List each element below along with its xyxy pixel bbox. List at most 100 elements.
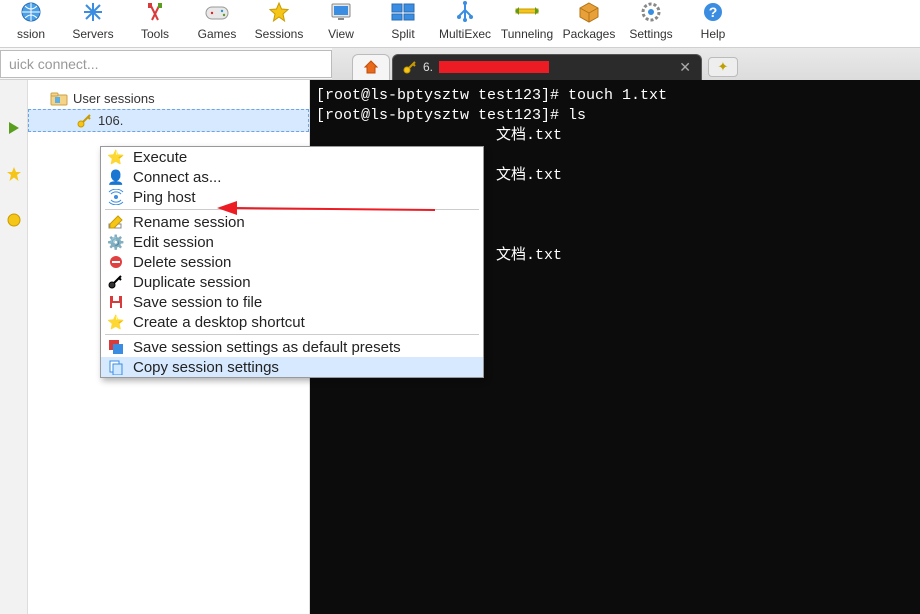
toolbar-view[interactable]: View [310,0,372,41]
svg-text:?: ? [709,4,718,20]
terminal-cmd: touch 1.txt [559,87,667,104]
toolbar-label: Servers [72,27,113,41]
menu-label: Save session to file [133,294,262,311]
gear-icon: ⚙️ [107,233,125,251]
tree-root-label: User sessions [73,91,155,106]
folder-icon [50,92,68,106]
arrow-icon[interactable] [7,120,21,136]
tab-home[interactable] [352,54,390,80]
terminal-line: [root@ls-bptysztw test123]# [316,87,559,104]
menu-create-shortcut[interactable]: ⭐ Create a desktop shortcut [101,312,483,332]
tunneling-icon [515,0,539,24]
multiexec-icon [454,0,476,24]
star-icon [268,0,290,24]
menu-connect-as[interactable]: 👤 Connect as... [101,167,483,187]
redacted-host [439,61,549,73]
tree-session-item[interactable]: 106. [28,109,309,132]
toolbar-settings[interactable]: Settings [620,0,682,41]
menu-label: Copy session settings [133,359,279,376]
toolbar-split[interactable]: Split [372,0,434,41]
settings-icon [640,0,662,24]
side-strip [0,80,28,614]
menu-label: Connect as... [133,169,221,186]
terminal-cmd: ls [559,107,586,124]
menu-delete-session[interactable]: Delete session [101,252,483,272]
tree-session-label: 106. [98,113,123,128]
menu-copy-session-settings[interactable]: Copy session settings [101,357,483,377]
help-icon: ? [702,0,724,24]
menu-save-default-presets[interactable]: Save session settings as default presets [101,337,483,357]
home-icon [363,59,379,75]
menu-label: Duplicate session [133,274,251,291]
toolbar-help[interactable]: ? Help [682,0,744,41]
quick-connect-input[interactable]: uick connect... [0,50,332,78]
toolbar-label: MultiExec [439,27,491,41]
toolbar-multiexec[interactable]: MultiExec [434,0,496,41]
toolbar-tunneling[interactable]: Tunneling [496,0,558,41]
plus-icon: ✦ [718,59,729,75]
menu-separator [105,334,479,335]
terminal-line: [root@ls-bptysztw test123]# [316,107,559,124]
ping-icon [107,188,125,206]
menu-label: Create a desktop shortcut [133,314,305,331]
toolbar-label: Split [391,27,414,41]
toolbar-packages[interactable]: Packages [558,0,620,41]
menu-ping-host[interactable]: Ping host [101,187,483,207]
toolbar-label: Packages [563,27,616,41]
tab-session-prefix: 6. [423,60,433,74]
toolbar-label: Help [701,27,726,41]
packages-icon [578,0,600,24]
globe-icon [20,0,42,24]
star-icon: ⭐ [107,148,125,166]
rename-icon [107,213,125,231]
key-icon [77,114,93,128]
delete-icon [107,253,125,271]
menu-duplicate-session[interactable]: Duplicate session [101,272,483,292]
tools-icon [144,0,166,24]
toolbar-tools[interactable]: Tools [124,0,186,41]
menu-separator [105,209,479,210]
close-icon[interactable]: ✕ [679,59,691,76]
menu-label: Ping host [133,189,196,206]
star-small-icon[interactable] [6,166,22,182]
toolbar-games[interactable]: Games [186,0,248,41]
quick-connect-placeholder: uick connect... [9,56,99,72]
menu-label: Rename session [133,214,245,231]
split-icon [391,0,415,24]
menu-execute[interactable]: ⭐ Execute [101,147,483,167]
menu-label: Execute [133,149,187,166]
tab-strip: 6. ✕ ✦ [332,48,920,80]
toolbar-sessions[interactable]: Sessions [248,0,310,41]
circle-icon[interactable] [6,212,22,228]
menu-save-session-to-file[interactable]: Save session to file [101,292,483,312]
menu-label: Save session settings as default presets [133,339,401,356]
toolbar-label: Settings [629,27,672,41]
terminal-text: 文档.txt [316,127,562,144]
menu-rename-session[interactable]: Rename session [101,212,483,232]
user-icon: 👤 [107,168,125,186]
menu-label: Edit session [133,234,214,251]
new-tab-button[interactable]: ✦ [708,57,738,77]
toolbar-session[interactable]: ssion [0,0,62,41]
key-icon [403,60,417,74]
monitor-icon [330,0,352,24]
toolbar-label: View [328,27,354,41]
tab-session-active[interactable]: 6. ✕ [392,54,702,80]
toolbar-label: Games [198,27,237,41]
toolbar-label: Tunneling [501,27,553,41]
quick-connect-bar: uick connect... 6. ✕ ✦ [0,48,920,80]
menu-edit-session[interactable]: ⚙️ Edit session [101,232,483,252]
copy-icon [107,358,125,376]
snowflake-icon [82,0,104,24]
main-toolbar: ssion Servers Tools Games Sessions View [0,0,920,48]
toolbar-label: ssion [17,27,45,41]
games-icon [205,0,229,24]
save-icon [107,293,125,311]
tree-root-user-sessions[interactable]: User sessions [28,88,309,109]
save-presets-icon [107,338,125,356]
star-icon: ⭐ [107,313,125,331]
toolbar-label: Tools [141,27,169,41]
toolbar-label: Sessions [255,27,304,41]
toolbar-servers[interactable]: Servers [62,0,124,41]
menu-label: Delete session [133,254,231,271]
